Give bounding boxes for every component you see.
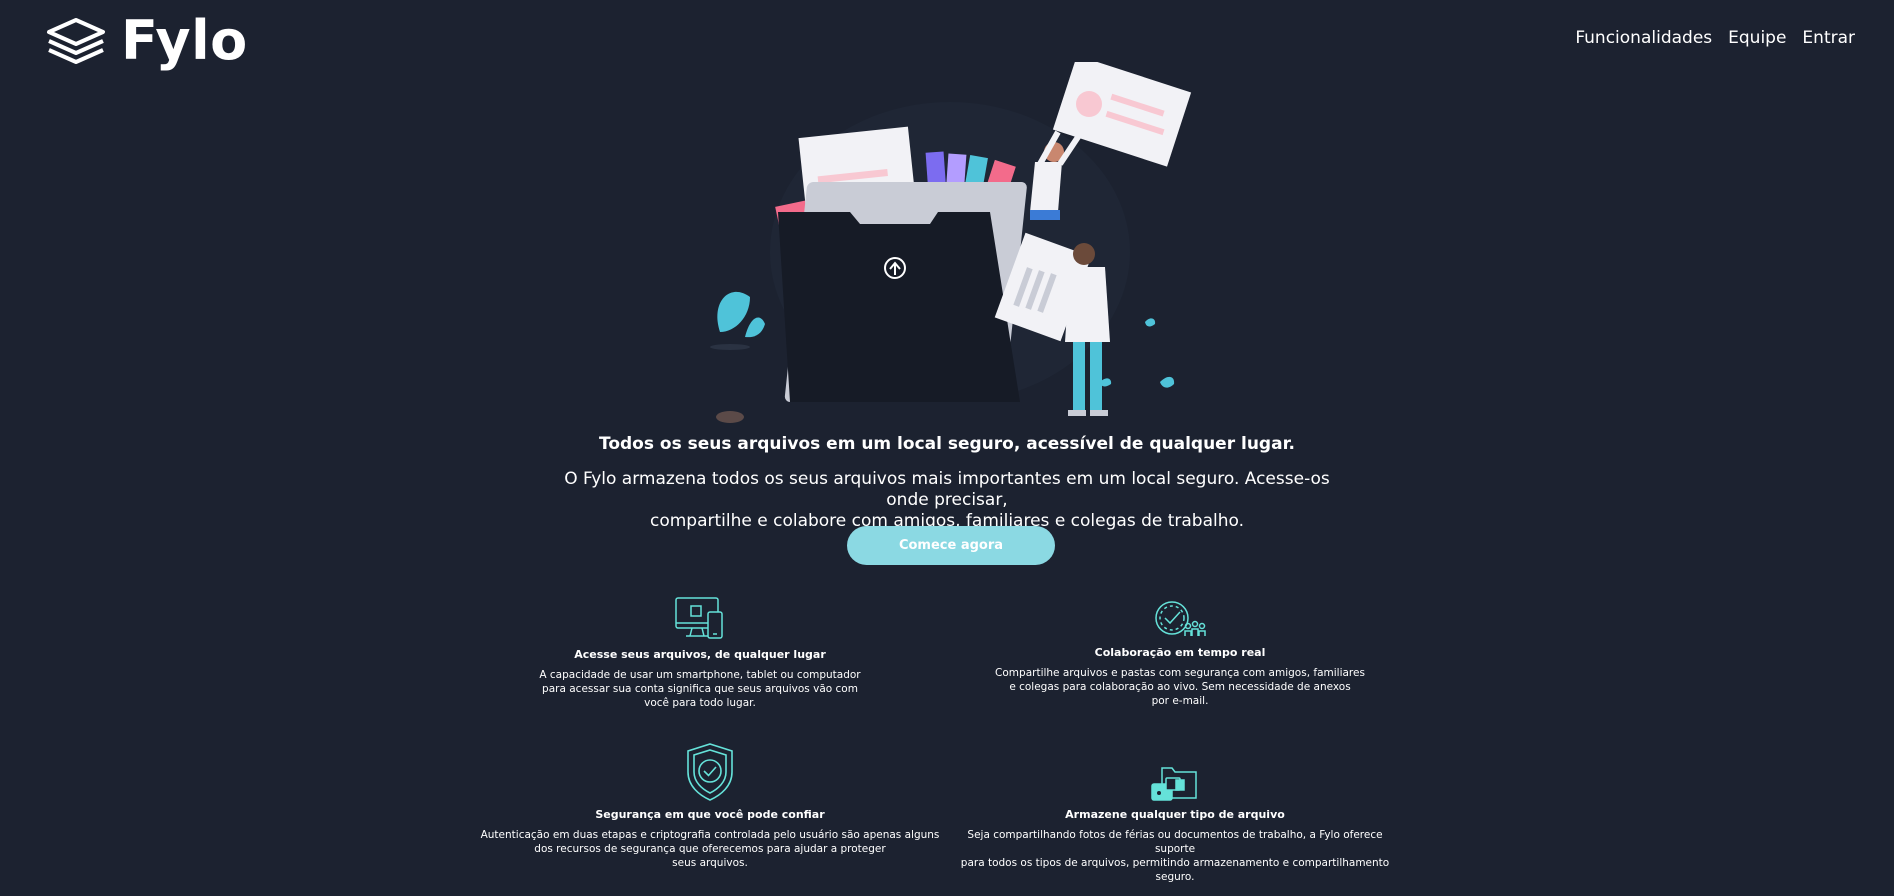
feature-any-file-type: Armazene qualquer tipo de arquivo Seja c… <box>955 766 1395 884</box>
feature-description-line: para acessar sua conta significa que seu… <box>542 683 858 695</box>
landing-page: Fylo Funcionalidades Equipe Entrar Todos… <box>0 0 1894 896</box>
feature-description-line: Seja compartilhando fotos de férias ou d… <box>967 829 1383 855</box>
nav-item-entrar[interactable]: Entrar <box>1802 28 1855 48</box>
feature-description: Compartilhe arquivos e pastas com segura… <box>985 666 1375 708</box>
feature-security: Segurança em que você pode confiar Auten… <box>470 742 950 870</box>
feature-description-line: A capacidade de usar um smartphone, tabl… <box>539 669 861 681</box>
feature-title: Segurança em que você pode confiar <box>595 808 825 821</box>
feature-title: Armazene qualquer tipo de arquivo <box>1065 808 1285 821</box>
feature-description-line: dos recursos de segurança que oferecemos… <box>534 843 886 855</box>
feature-description-line: para todos os tipos de arquivos, permiti… <box>960 857 1390 869</box>
feature-access-anywhere: Acesse seus arquivos, de qualquer lugar … <box>530 596 870 710</box>
hero-description: O Fylo armazena todos os seus arquivos m… <box>547 469 1347 532</box>
feature-title: Acesse seus arquivos, de qualquer lugar <box>574 648 826 661</box>
brand-logo[interactable]: Fylo <box>45 14 248 68</box>
hero-description-line: O Fylo armazena todos os seus arquivos m… <box>564 469 1330 510</box>
brand-name: Fylo <box>121 9 248 72</box>
file-folder-with-people-illustration <box>710 62 1192 423</box>
nav-item-funcionalidades[interactable]: Funcionalidades <box>1575 28 1712 48</box>
devices-icon <box>675 597 723 639</box>
feature-title: Colaboração em tempo real <box>1094 646 1266 659</box>
collaboration-clock-icon <box>1155 601 1206 636</box>
feature-description: A capacidade de usar um smartphone, tabl… <box>530 668 870 710</box>
feature-description-line: e colegas para colaboração ao vivo. Sem … <box>1009 681 1351 693</box>
feature-description-line: seus arquivos. <box>672 857 748 869</box>
main-nav: Funcionalidades Equipe Entrar <box>1575 28 1855 48</box>
stacked-layers-icon <box>47 18 105 64</box>
feature-description-line: Compartilhe arquivos e pastas com segura… <box>995 667 1365 679</box>
feature-description-line: Autenticação em duas etapas e criptograf… <box>480 829 940 841</box>
get-started-button[interactable]: Comece agora <box>847 526 1055 565</box>
feature-description-line: por e-mail. <box>1151 695 1209 707</box>
file-types-icon <box>1151 767 1197 801</box>
shield-check-icon <box>687 743 733 801</box>
feature-real-time-collaboration: Colaboração em tempo real Compartilhe ar… <box>985 600 1375 708</box>
hero-title: Todos os seus arquivos em um local segur… <box>599 434 1295 454</box>
feature-description: Seja compartilhando fotos de férias ou d… <box>955 828 1395 884</box>
feature-description: Autenticação em duas etapas e criptograf… <box>470 828 950 870</box>
nav-item-equipe[interactable]: Equipe <box>1728 28 1786 48</box>
feature-description-line: você para todo lugar. <box>644 697 756 709</box>
feature-description-line: seguro. <box>1155 871 1195 883</box>
